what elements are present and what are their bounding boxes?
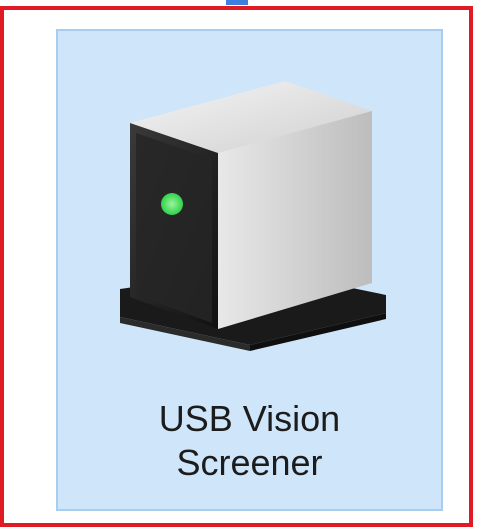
top-edge-marker [226,0,248,5]
device-label-line1: USB Vision [158,398,341,439]
device-label: USB Vision Screener [58,397,441,485]
status-led-icon [161,193,183,215]
device-tile-usb-vision-screener[interactable]: USB Vision Screener [56,29,443,511]
device-label-line2: Screener [176,442,323,483]
drive-icon [120,81,386,351]
